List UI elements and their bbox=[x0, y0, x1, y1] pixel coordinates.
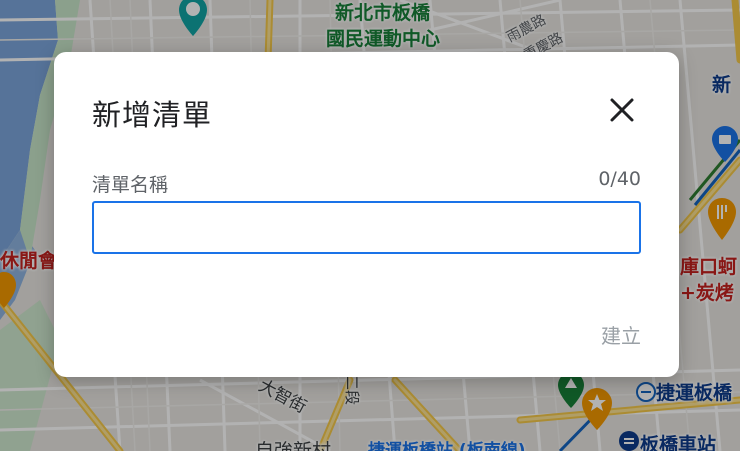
character-counter: 0/40 bbox=[598, 168, 641, 190]
new-list-dialog: 新增清單 清單名稱 0/40 建立 bbox=[54, 52, 679, 377]
dialog-title: 新增清單 bbox=[92, 98, 213, 132]
list-name-label: 清單名稱 bbox=[92, 174, 169, 196]
create-button[interactable]: 建立 bbox=[601, 320, 641, 349]
close-icon bbox=[610, 98, 634, 122]
close-button[interactable] bbox=[604, 92, 640, 128]
list-name-input[interactable] bbox=[92, 201, 641, 254]
